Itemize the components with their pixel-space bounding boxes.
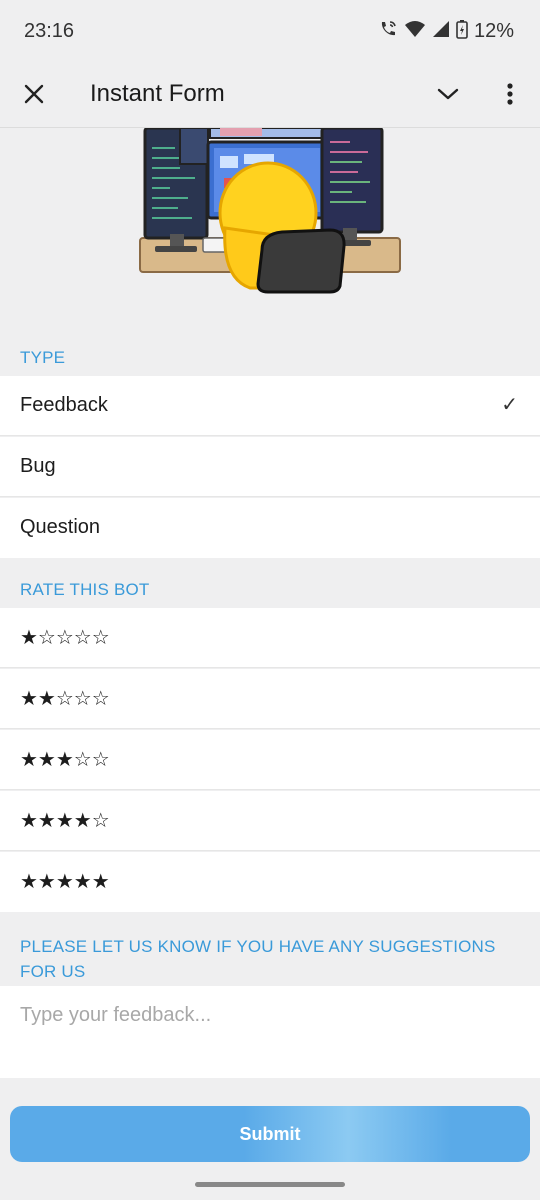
status-bar: 23:16 12%	[0, 0, 540, 64]
feedback-container	[0, 986, 540, 1078]
type-option-bug[interactable]: Bug	[0, 437, 540, 497]
rating-section-header: RATE THIS BOT	[20, 580, 150, 599]
call-wifi-icon	[378, 19, 398, 44]
hero-illustration	[0, 128, 540, 334]
type-section-header: TYPE	[20, 348, 66, 367]
star-rating: ★★★☆☆	[20, 747, 110, 771]
app-bar: Instant Form	[0, 64, 540, 128]
check-icon: ✓	[501, 394, 518, 416]
page-title: Instant Form	[90, 80, 225, 107]
star-rating: ★★★★☆	[20, 808, 110, 832]
option-label: Bug	[20, 455, 56, 477]
home-indicator[interactable]	[195, 1182, 345, 1187]
suggestions-section-header: PLEASE LET US KNOW IF YOU HAVE ANY SUGGE…	[20, 937, 496, 981]
star-rating: ★★☆☆☆	[20, 686, 110, 710]
battery-charging-icon	[456, 19, 468, 44]
more-vert-icon	[506, 82, 514, 111]
signal-icon	[432, 20, 450, 43]
type-option-feedback[interactable]: Feedback ✓	[0, 376, 540, 436]
star-rating: ★☆☆☆☆	[20, 625, 110, 649]
star-rating: ★★★★★	[20, 869, 110, 893]
expand-button[interactable]	[430, 78, 466, 114]
rating-option-1[interactable]: ★☆☆☆☆	[0, 608, 540, 668]
chevron-down-icon	[437, 87, 459, 106]
rating-option-2[interactable]: ★★☆☆☆	[0, 669, 540, 729]
battery-percentage: 12%	[473, 20, 514, 42]
rating-option-4[interactable]: ★★★★☆	[0, 791, 540, 851]
feedback-input[interactable]	[20, 1004, 520, 1064]
close-button[interactable]	[16, 78, 52, 114]
status-time: 23:16	[24, 20, 75, 42]
status-icons: 12%	[378, 19, 514, 44]
option-label: Feedback	[20, 394, 108, 416]
option-label: Question	[20, 516, 101, 538]
rating-option-5[interactable]: ★★★★★	[0, 852, 540, 912]
more-options-button[interactable]	[492, 78, 528, 114]
close-icon	[23, 83, 45, 110]
submit-button[interactable]: Submit	[10, 1106, 530, 1162]
type-option-question[interactable]: Question	[0, 498, 540, 558]
wifi-icon	[404, 20, 426, 43]
rating-option-3[interactable]: ★★★☆☆	[0, 730, 540, 790]
